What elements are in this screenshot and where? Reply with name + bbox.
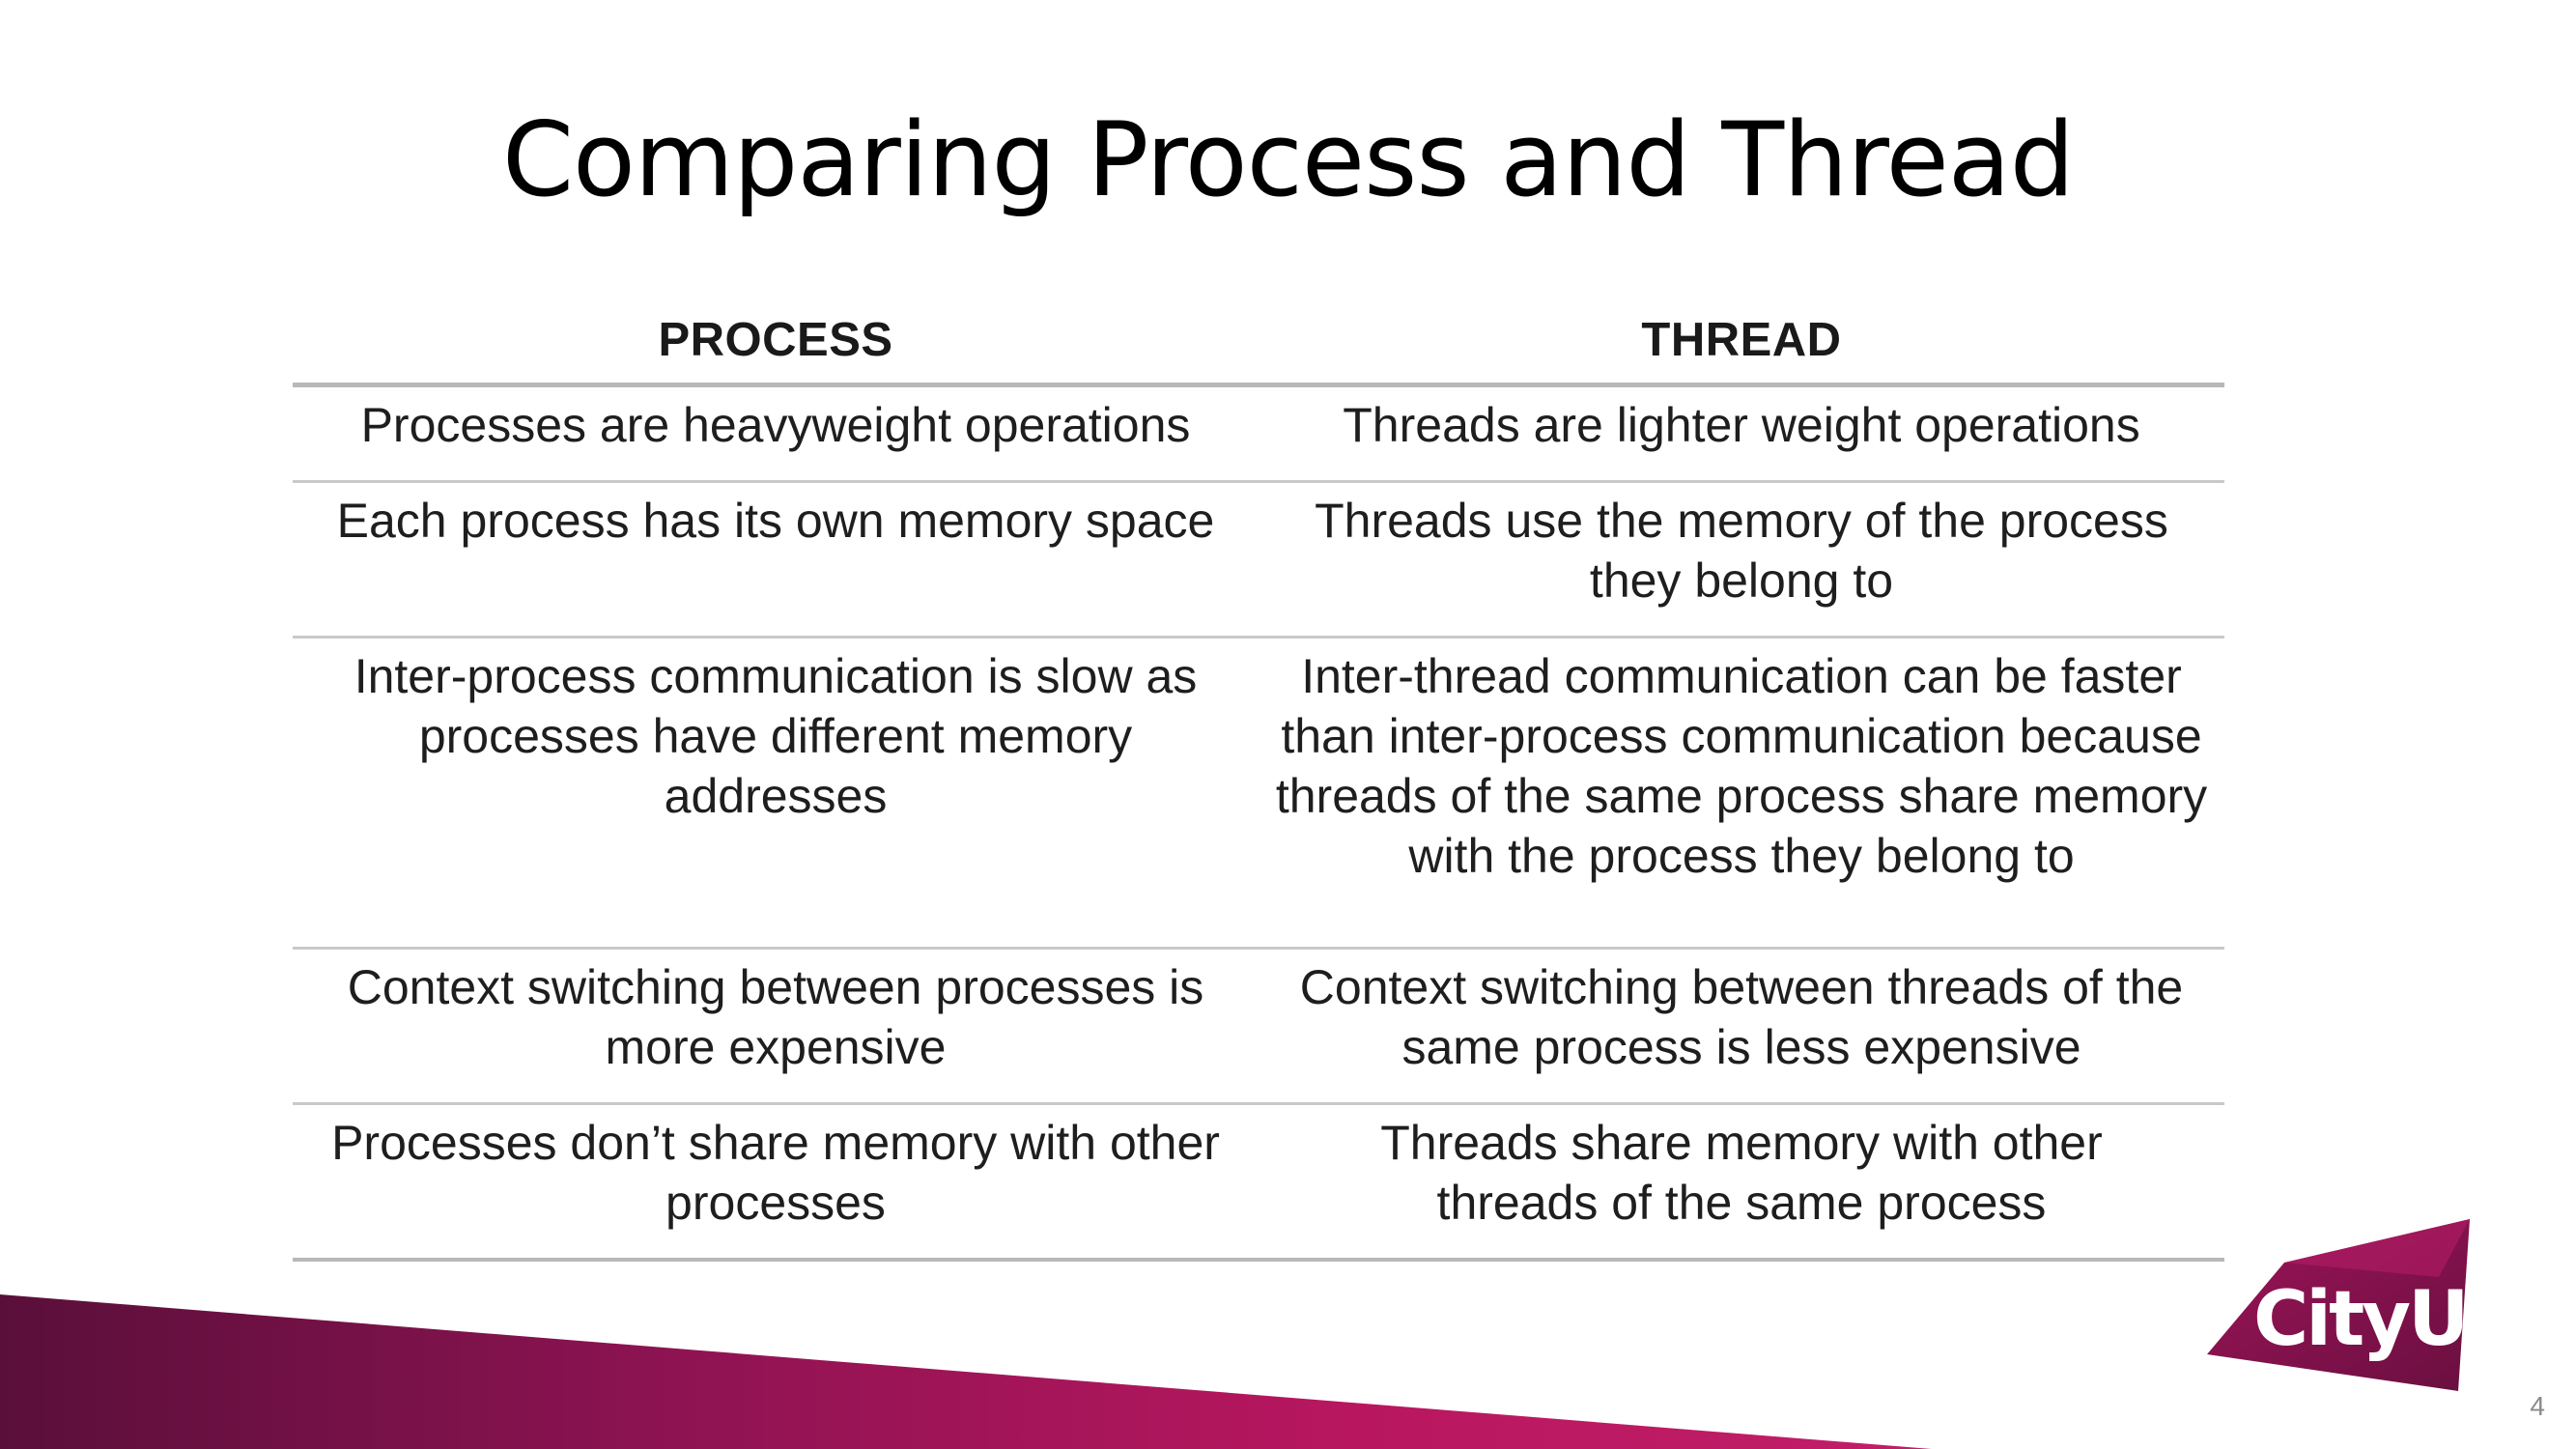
logo-wordmark: CityU [2253,1276,2466,1363]
thread-cell: Threads use the memory of the process th… [1259,481,2224,639]
comparison-table-container: PROCESS THREAD Processes are heavyweight… [293,299,2224,1262]
table-row: Inter-process communication is slow as p… [293,637,2224,950]
table-row: Context switching between processes is m… [293,948,2224,1105]
table-row: Each process has its own memory space Th… [293,481,2224,639]
thread-cell: Context switching between threads of the… [1259,948,2224,1105]
thread-cell: Threads share memory with other threads … [1259,1103,2224,1262]
comparison-table: PROCESS THREAD Processes are heavyweight… [293,299,2224,1262]
header-thread: THREAD [1259,299,2224,387]
footer-brand-band [0,1294,1932,1449]
table-row: Processes don’t share memory with other … [293,1103,2224,1262]
process-cell: Each process has its own memory space [293,481,1259,639]
thread-cell: Inter-thread communication can be faster… [1259,637,2224,950]
page-number: 4 [2530,1391,2545,1421]
process-cell: Processes are heavyweight operations [293,384,1259,483]
cityu-logo-mark: CityU [2207,1219,2470,1391]
process-cell: Inter-process communication is slow as p… [293,637,1259,950]
table-row: Processes are heavyweight operations Thr… [293,384,2224,483]
thread-cell: Threads are lighter weight operations [1259,384,2224,483]
process-cell: Context switching between processes is m… [293,948,1259,1105]
process-cell: Processes don’t share memory with other … [293,1103,1259,1262]
header-process: PROCESS [293,299,1259,387]
slide-title: Comparing Process and Thread [501,100,2075,219]
cityu-logo: CityU [2207,1219,2487,1403]
table-header-row: PROCESS THREAD [293,299,2224,387]
